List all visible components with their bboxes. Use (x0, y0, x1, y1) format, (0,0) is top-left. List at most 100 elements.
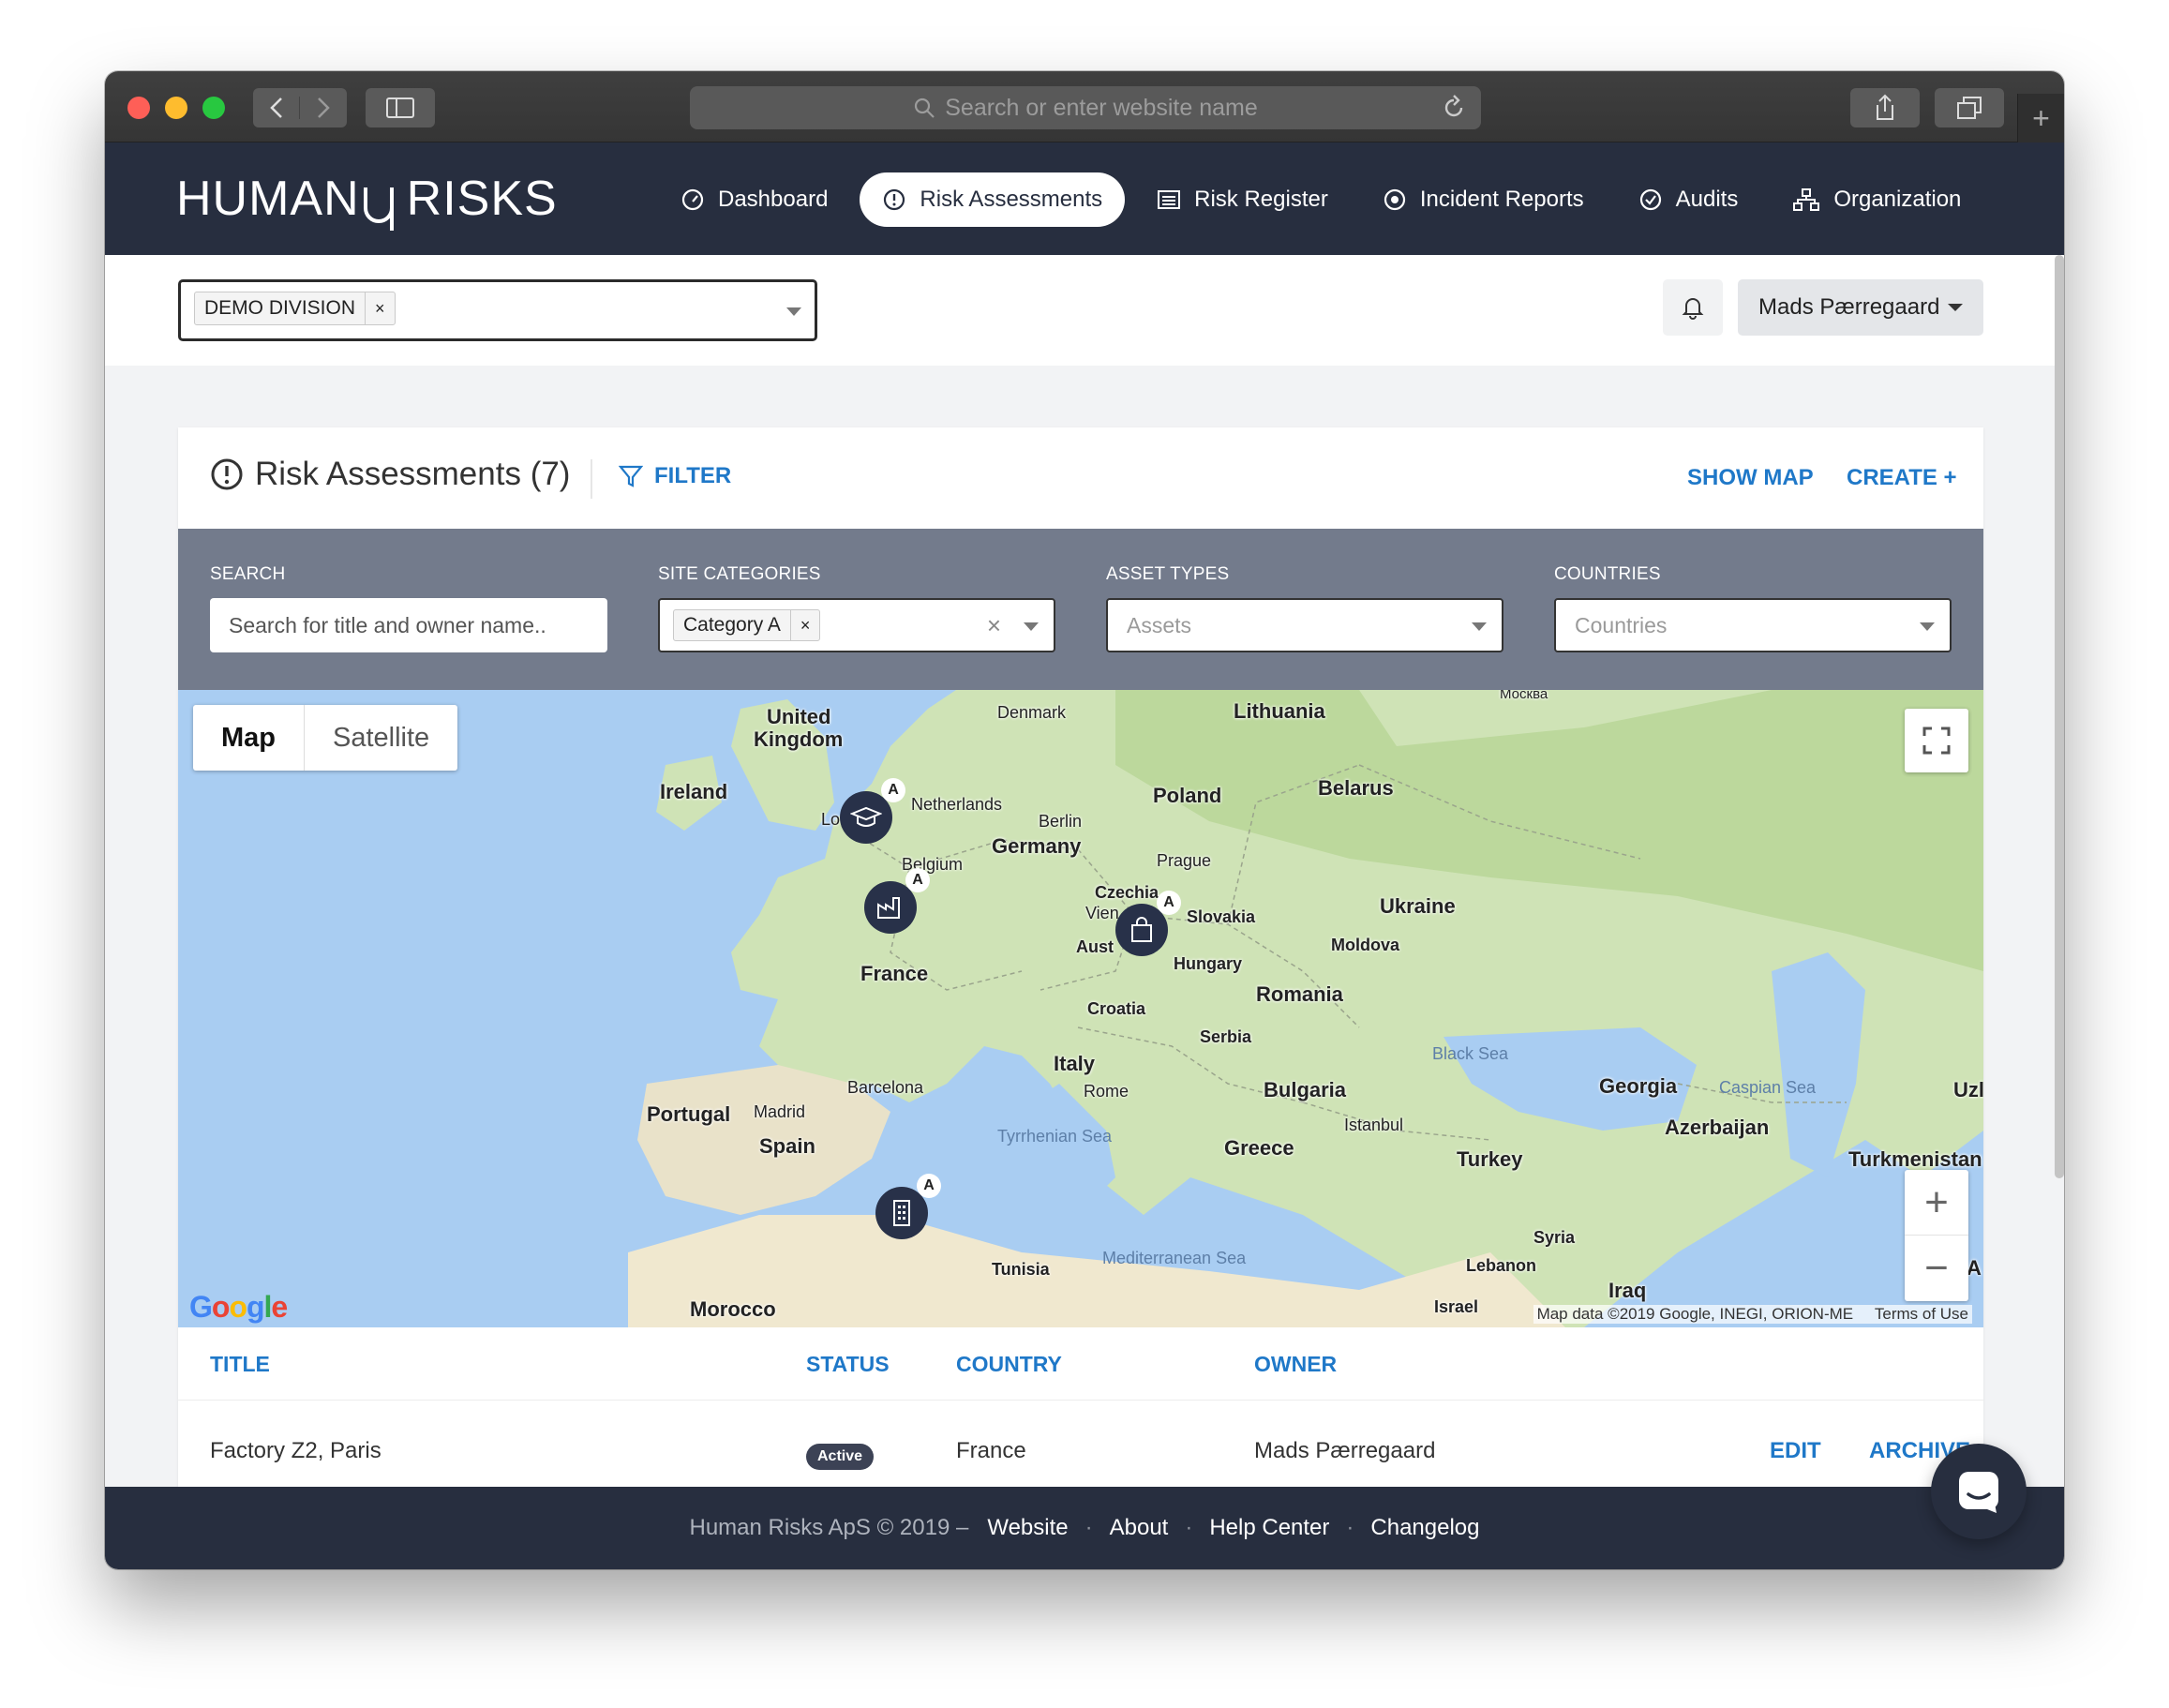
zoom-out-button[interactable]: − (1905, 1236, 1968, 1301)
page-scrollbar[interactable] (2055, 255, 2064, 1178)
marker-badge: A (917, 1174, 941, 1198)
zoom-control: + − (1905, 1170, 1968, 1301)
row-title: Factory Z2, Paris (210, 1438, 381, 1463)
map-label: Croatia (1087, 999, 1146, 1018)
google-logo[interactable]: Google (189, 1290, 288, 1325)
back-icon[interactable] (253, 97, 300, 119)
nav-incident-reports[interactable]: Incident Reports (1360, 172, 1607, 227)
map-marker-office[interactable]: A (875, 1174, 941, 1239)
footer-link-about[interactable]: About (1110, 1515, 1169, 1541)
chevron-down-icon[interactable] (1920, 622, 1935, 631)
forward-icon[interactable] (300, 97, 347, 119)
remove-division-tag-button[interactable]: × (365, 292, 395, 324)
map-label: A (1967, 1256, 1982, 1280)
alert-circle-icon (211, 458, 243, 490)
browser-window: Search or enter website name + HUMAN RIS… (105, 71, 2064, 1569)
logo-swoosh-icon (360, 171, 407, 231)
map-terrain (628, 690, 1983, 1327)
column-status[interactable]: STATUS (806, 1352, 890, 1377)
map-label: Syria (1533, 1228, 1576, 1247)
show-map-button[interactable]: SHOW MAP (1687, 465, 1814, 491)
edit-button[interactable]: EDIT (1770, 1438, 1821, 1464)
map-marker-school[interactable]: A (840, 778, 905, 844)
nav-organization[interactable]: Organization (1770, 172, 1983, 227)
search-filter: SEARCH Search for title and owner name.. (210, 564, 607, 652)
map-label: Lebanon (1466, 1256, 1536, 1275)
funnel-icon (619, 465, 643, 487)
sidebar-toggle-button[interactable] (366, 88, 435, 127)
nav-dashboard[interactable]: Dashboard (658, 172, 850, 227)
countries-label: COUNTRIES (1554, 564, 1661, 584)
map-label: Poland (1153, 784, 1222, 807)
footer-link-website[interactable]: Website (987, 1515, 1068, 1541)
user-menu-button[interactable]: Mads Pærregaard (1738, 279, 1983, 336)
close-window-button[interactable] (127, 97, 150, 119)
map-type-control: Map Satellite (193, 705, 458, 771)
division-select[interactable]: DEMO DIVISION × (178, 279, 817, 341)
map-label: Madrid (754, 1102, 806, 1121)
marker-badge: A (1157, 891, 1181, 915)
map-label: Prague (1157, 851, 1212, 870)
chevron-down-icon[interactable] (786, 307, 801, 316)
new-tab-button[interactable]: + (2017, 94, 2064, 142)
tabs-overview-button[interactable] (1935, 88, 2004, 127)
page-content: Risk Assessments (7) FILTER SHOW MAP CRE… (105, 366, 2064, 1487)
clear-selection-icon[interactable]: × (987, 611, 1001, 640)
marker-badge: A (881, 778, 905, 802)
nav-risk-assessments[interactable]: Risk Assessments (860, 172, 1126, 227)
notifications-button[interactable] (1663, 279, 1723, 336)
share-button[interactable] (1850, 88, 1920, 127)
countries-select[interactable]: Countries (1554, 598, 1952, 652)
address-bar[interactable]: Search or enter website name (690, 86, 1481, 129)
map-label: Bulgaria (1264, 1078, 1347, 1101)
map-label: Serbia (1200, 1027, 1252, 1046)
map-marker-factory[interactable]: A (864, 868, 930, 934)
risk-map[interactable]: United Kingdom Ireland Denmark Lithuania… (178, 690, 1983, 1327)
minimize-window-button[interactable] (165, 97, 187, 119)
map-label: Barcelona (847, 1078, 924, 1097)
column-country[interactable]: COUNTRY (956, 1352, 1062, 1377)
target-icon (1384, 188, 1405, 211)
map-attribution: Map data ©2019 Google, INEGI, ORION-ME T… (1533, 1305, 1972, 1324)
map-label: Tyrrhenian Sea (997, 1127, 1113, 1146)
map-label: Georgia (1599, 1074, 1678, 1098)
app-header: HUMAN RISKS Dashboard Risk Assessments R… (105, 142, 2064, 255)
terms-of-use-link[interactable]: Terms of Use (1875, 1305, 1968, 1323)
map-label: Turkey (1457, 1147, 1523, 1171)
map-label: Romania (1256, 982, 1343, 1006)
column-title[interactable]: TITLE (210, 1352, 270, 1377)
search-input[interactable]: Search for title and owner name.. (210, 598, 607, 652)
fullscreen-button[interactable] (1905, 709, 1968, 772)
map-label: Mediterranean Sea (1102, 1249, 1247, 1267)
map-label: Lithuania (1234, 699, 1325, 723)
address-placeholder: Search or enter website name (945, 94, 1258, 121)
zoom-window-button[interactable] (202, 97, 225, 119)
map-type-map-button[interactable]: Map (193, 705, 305, 771)
asset-types-select[interactable]: Assets (1106, 598, 1503, 652)
site-categories-select[interactable]: Category A × × (658, 598, 1055, 652)
table-row[interactable]: Factory Z2, Paris Active France Mads Pær… (178, 1402, 1983, 1487)
map-type-satellite-button[interactable]: Satellite (305, 705, 457, 771)
footer-link-changelog[interactable]: Changelog (1370, 1515, 1479, 1541)
map-label: Iraq (1608, 1279, 1647, 1302)
copyright: Human Risks ApS © 2019 – (689, 1515, 969, 1540)
human-risks-logo[interactable]: HUMAN RISKS (176, 171, 558, 231)
chat-launcher-button[interactable] (1931, 1444, 2027, 1539)
nav-audits[interactable]: Audits (1616, 172, 1761, 227)
chevron-down-icon[interactable] (1024, 622, 1039, 631)
map-label: Italy (1054, 1052, 1096, 1075)
column-owner[interactable]: OWNER (1254, 1352, 1337, 1377)
chevron-down-icon[interactable] (1472, 622, 1487, 631)
footer: Human Risks ApS © 2019 – Website · About… (105, 1487, 2064, 1569)
footer-link-help-center[interactable]: Help Center (1209, 1515, 1329, 1541)
map-marker-shop[interactable]: A (1115, 891, 1181, 956)
reload-icon[interactable] (1442, 95, 1466, 121)
nav-risk-register[interactable]: Risk Register (1134, 172, 1351, 227)
footer-separator: · (1084, 1515, 1093, 1540)
share-icon (1877, 94, 1893, 120)
remove-category-tag-button[interactable]: × (789, 610, 820, 640)
filter-button[interactable]: FILTER (619, 463, 731, 489)
create-button[interactable]: CREATE + (1847, 465, 1957, 491)
zoom-in-button[interactable]: + (1905, 1170, 1968, 1236)
tabs-icon (1957, 97, 1982, 119)
